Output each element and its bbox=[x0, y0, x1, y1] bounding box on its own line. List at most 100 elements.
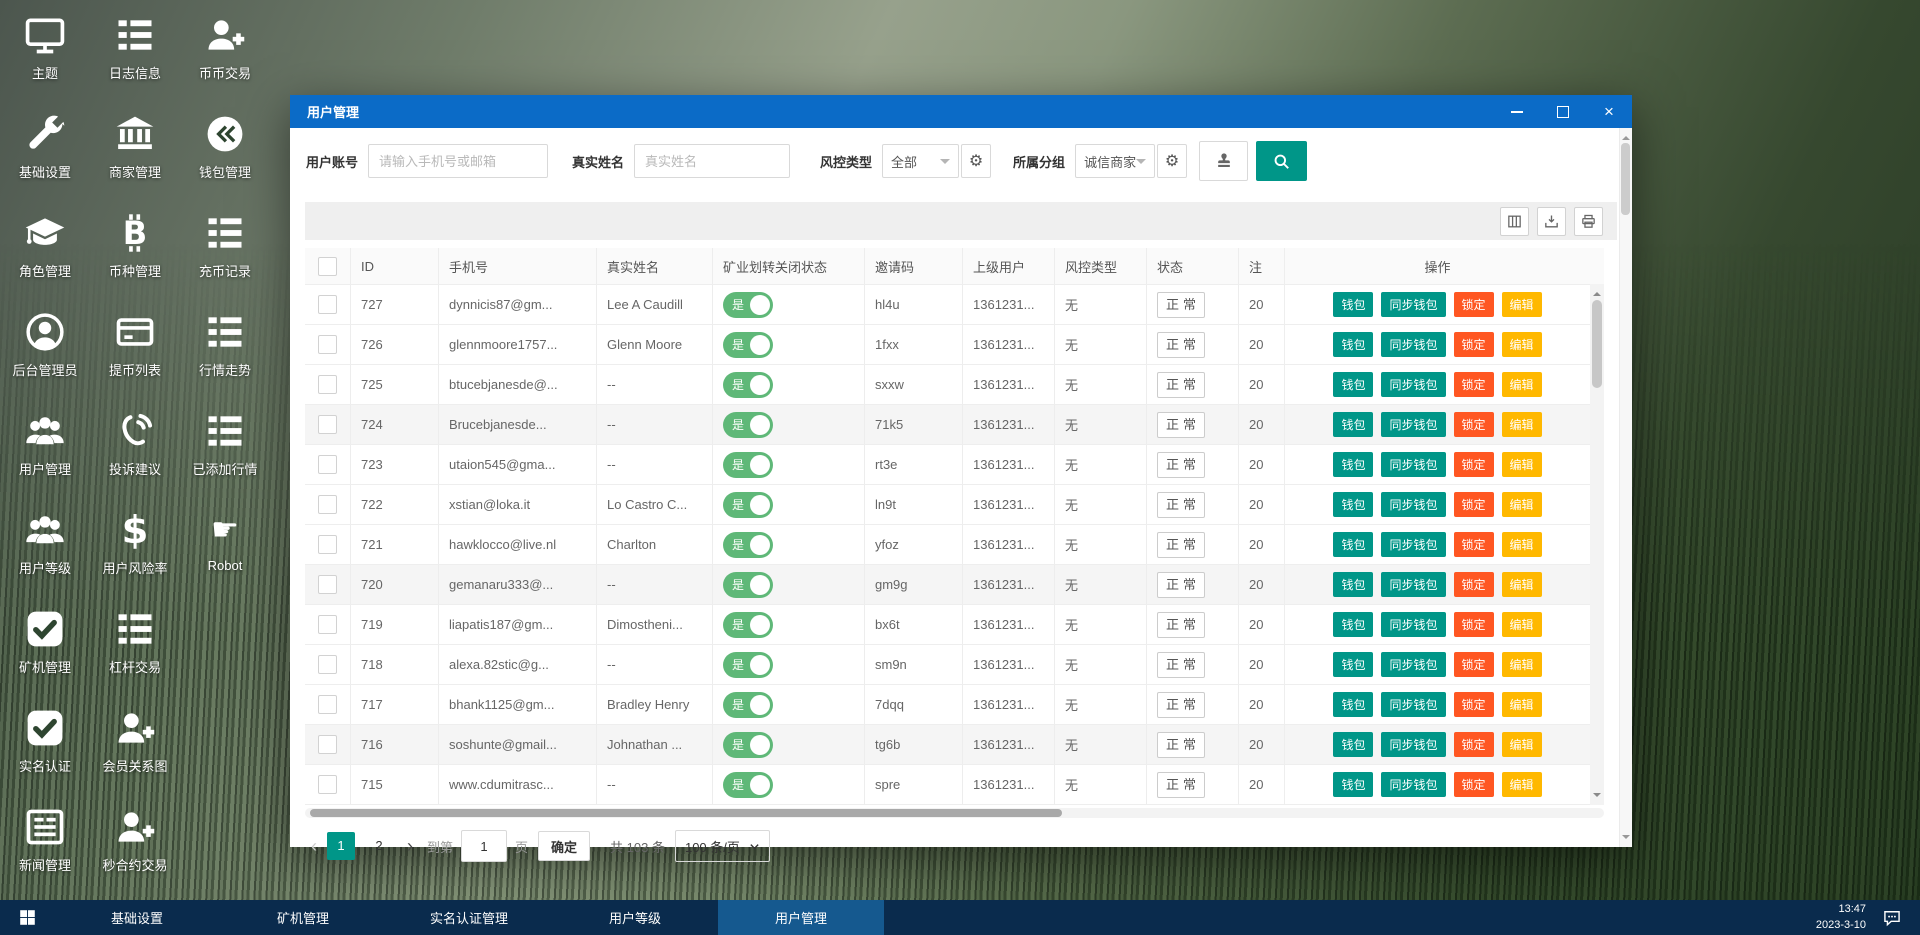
mining-transfer-toggle[interactable]: 是 bbox=[723, 572, 773, 598]
wallet-button[interactable]: 钱包 bbox=[1333, 372, 1373, 397]
group-gear-button[interactable]: ⚙ bbox=[1157, 144, 1187, 178]
scrollbar-thumb[interactable] bbox=[1592, 300, 1602, 388]
desktop-icon[interactable]: 钱包管理 bbox=[180, 99, 270, 198]
row-checkbox[interactable] bbox=[318, 735, 337, 754]
scroll-down-arrow-icon[interactable] bbox=[1593, 793, 1601, 801]
desktop-icon[interactable]: 日志信息 bbox=[90, 0, 180, 99]
wallet-button[interactable]: 钱包 bbox=[1333, 492, 1373, 517]
mining-transfer-toggle[interactable]: 是 bbox=[723, 612, 773, 638]
desktop-icon[interactable]: Robot bbox=[180, 495, 270, 594]
sync-wallet-button[interactable]: 同步钱包 bbox=[1381, 692, 1445, 717]
desktop-icon[interactable]: 投诉建议 bbox=[90, 396, 180, 495]
mining-transfer-toggle[interactable]: 是 bbox=[723, 292, 773, 318]
row-checkbox[interactable] bbox=[318, 415, 337, 434]
select-all-checkbox[interactable] bbox=[318, 257, 337, 276]
wallet-button[interactable]: 钱包 bbox=[1333, 732, 1373, 757]
table-vertical-scrollbar[interactable] bbox=[1590, 284, 1604, 805]
desktop-icon[interactable]: 用户等级 bbox=[0, 495, 90, 594]
mining-transfer-toggle[interactable]: 是 bbox=[723, 772, 773, 798]
edit-button[interactable]: 编辑 bbox=[1502, 372, 1542, 397]
edit-button[interactable]: 编辑 bbox=[1502, 572, 1542, 597]
mining-transfer-toggle[interactable]: 是 bbox=[723, 332, 773, 358]
start-button[interactable] bbox=[0, 900, 54, 935]
taskbar-item[interactable]: 实名认证管理 bbox=[386, 900, 552, 935]
desktop-icon[interactable]: 主题 bbox=[0, 0, 90, 99]
sync-wallet-button[interactable]: 同步钱包 bbox=[1381, 612, 1445, 637]
desktop-icon[interactable]: 行情走势 bbox=[180, 297, 270, 396]
lock-button[interactable]: 锁定 bbox=[1454, 532, 1494, 557]
page-size-select[interactable]: 100 条/页 bbox=[675, 830, 770, 862]
realname-input[interactable] bbox=[634, 144, 790, 178]
desktop-icon[interactable]: 矿机管理 bbox=[0, 594, 90, 693]
window-titlebar[interactable]: 用户管理 × bbox=[290, 95, 1632, 128]
columns-filter-button[interactable] bbox=[1500, 207, 1529, 236]
scrollbar-thumb[interactable] bbox=[310, 809, 1062, 817]
desktop-icon[interactable]: 实名认证 bbox=[0, 693, 90, 792]
export-button[interactable] bbox=[1537, 207, 1566, 236]
risk-type-select[interactable]: 全部 bbox=[882, 144, 959, 178]
row-checkbox[interactable] bbox=[318, 775, 337, 794]
desktop-icon[interactable]: 币种管理 bbox=[90, 198, 180, 297]
mining-transfer-toggle[interactable]: 是 bbox=[723, 372, 773, 398]
edit-button[interactable]: 编辑 bbox=[1502, 532, 1542, 557]
wallet-button[interactable]: 钱包 bbox=[1333, 652, 1373, 677]
desktop-icon[interactable]: 提币列表 bbox=[90, 297, 180, 396]
row-checkbox[interactable] bbox=[318, 695, 337, 714]
mining-transfer-toggle[interactable]: 是 bbox=[723, 692, 773, 718]
group-select[interactable]: 诚信商家 bbox=[1075, 144, 1155, 178]
sync-wallet-button[interactable]: 同步钱包 bbox=[1381, 292, 1445, 317]
wallet-button[interactable]: 钱包 bbox=[1333, 452, 1373, 477]
minimize-button[interactable] bbox=[1494, 95, 1540, 128]
lock-button[interactable]: 锁定 bbox=[1454, 292, 1494, 317]
desktop-icon[interactable]: 用户风险率 bbox=[90, 495, 180, 594]
mining-transfer-toggle[interactable]: 是 bbox=[723, 532, 773, 558]
window-scrollbar[interactable] bbox=[1619, 128, 1632, 847]
page-button[interactable]: 2 bbox=[365, 832, 393, 860]
wallet-button[interactable]: 钱包 bbox=[1333, 772, 1373, 797]
desktop-icon[interactable]: 币币交易 bbox=[180, 0, 270, 99]
row-checkbox[interactable] bbox=[318, 455, 337, 474]
edit-button[interactable]: 编辑 bbox=[1502, 492, 1542, 517]
edit-button[interactable]: 编辑 bbox=[1502, 612, 1542, 637]
sync-wallet-button[interactable]: 同步钱包 bbox=[1381, 532, 1445, 557]
desktop-icon[interactable]: 商家管理 bbox=[90, 99, 180, 198]
desktop-icon[interactable]: 新闻管理 bbox=[0, 792, 90, 891]
sync-wallet-button[interactable]: 同步钱包 bbox=[1381, 412, 1445, 437]
wallet-button[interactable]: 钱包 bbox=[1333, 292, 1373, 317]
row-checkbox[interactable] bbox=[318, 655, 337, 674]
taskbar-item[interactable]: 用户等级 bbox=[552, 900, 718, 935]
desktop-icon[interactable]: 杠杆交易 bbox=[90, 594, 180, 693]
goto-page-input[interactable] bbox=[461, 830, 507, 862]
lock-button[interactable]: 锁定 bbox=[1454, 772, 1494, 797]
desktop-icon[interactable]: 已添加行情 bbox=[180, 396, 270, 495]
edit-button[interactable]: 编辑 bbox=[1502, 692, 1542, 717]
scrollbar-thumb[interactable] bbox=[1621, 143, 1630, 215]
desktop-icon[interactable]: 用户管理 bbox=[0, 396, 90, 495]
scroll-down-arrow-icon[interactable] bbox=[1622, 835, 1630, 843]
row-checkbox[interactable] bbox=[318, 375, 337, 394]
row-checkbox[interactable] bbox=[318, 575, 337, 594]
maximize-button[interactable] bbox=[1540, 95, 1586, 128]
sync-wallet-button[interactable]: 同步钱包 bbox=[1381, 452, 1445, 477]
taskbar-item[interactable]: 基础设置 bbox=[54, 900, 220, 935]
edit-button[interactable]: 编辑 bbox=[1502, 452, 1542, 477]
row-checkbox[interactable] bbox=[318, 535, 337, 554]
lock-button[interactable]: 锁定 bbox=[1454, 452, 1494, 477]
mining-transfer-toggle[interactable]: 是 bbox=[723, 732, 773, 758]
scroll-up-arrow-icon[interactable] bbox=[1593, 288, 1601, 296]
edit-button[interactable]: 编辑 bbox=[1502, 292, 1542, 317]
edit-button[interactable]: 编辑 bbox=[1502, 412, 1542, 437]
account-input[interactable] bbox=[368, 144, 548, 178]
sync-wallet-button[interactable]: 同步钱包 bbox=[1381, 732, 1445, 757]
print-button[interactable] bbox=[1574, 207, 1603, 236]
close-button[interactable]: × bbox=[1586, 95, 1632, 128]
page-button[interactable]: 1 bbox=[327, 832, 355, 860]
prev-page-button[interactable]: ‹ bbox=[311, 836, 317, 857]
table-horizontal-scrollbar[interactable] bbox=[305, 808, 1604, 818]
lock-button[interactable]: 锁定 bbox=[1454, 332, 1494, 357]
edit-button[interactable]: 编辑 bbox=[1502, 332, 1542, 357]
mining-transfer-toggle[interactable]: 是 bbox=[723, 452, 773, 478]
edit-button[interactable]: 编辑 bbox=[1502, 772, 1542, 797]
desktop-icon[interactable]: 秒合约交易 bbox=[90, 792, 180, 891]
edit-button[interactable]: 编辑 bbox=[1502, 732, 1542, 757]
